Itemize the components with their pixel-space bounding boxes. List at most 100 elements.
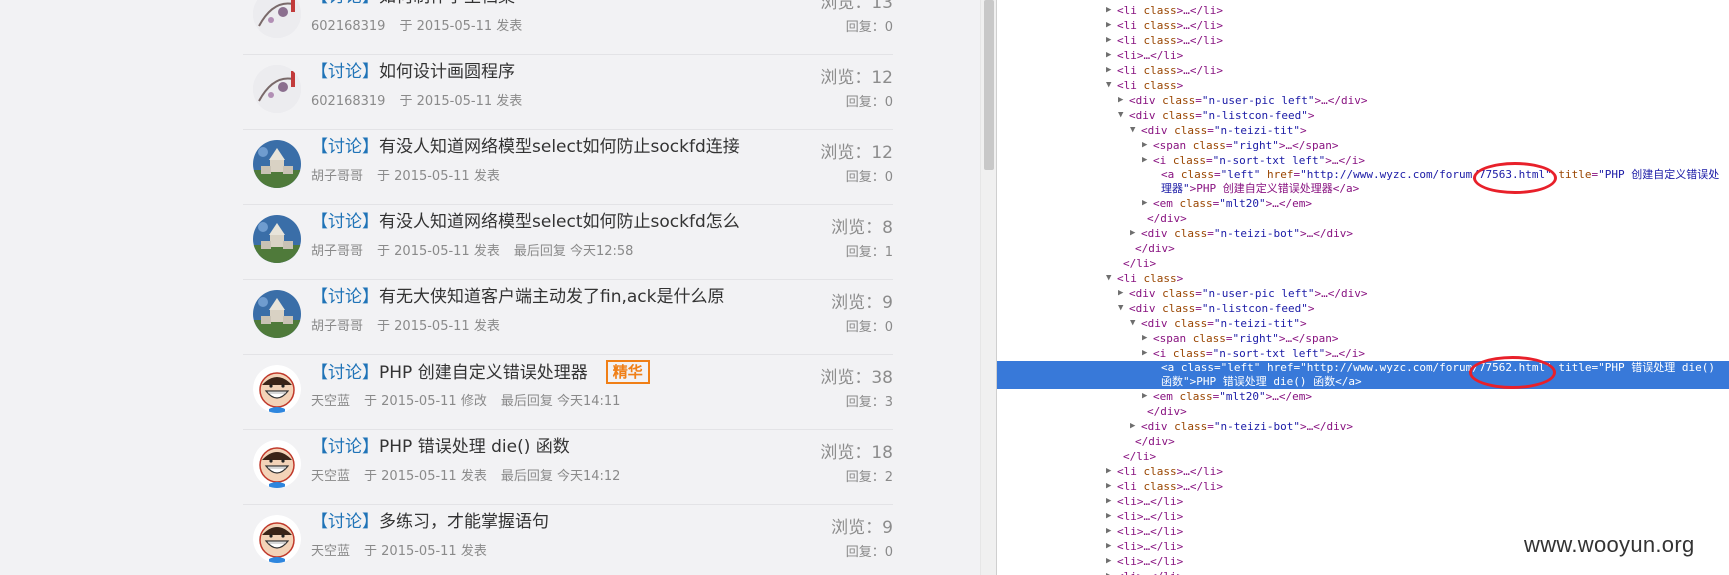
dom-node[interactable]: ▶<li>…</li>	[997, 569, 1729, 575]
dom-node[interactable]: </div>	[997, 404, 1729, 419]
dom-node[interactable]: ▶ <i class="n-sort-txt left">…</i>	[997, 153, 1729, 168]
post-title-text[interactable]: 有无大侠知道客户端主动发了fin,ack是什么原	[379, 287, 725, 307]
dom-node[interactable]: ▶ <i class="n-sort-txt left">…</i>	[997, 346, 1729, 361]
collapse-triangle-icon[interactable]: ▶	[1142, 196, 1152, 211]
expand-triangle-icon[interactable]: ▼	[1130, 123, 1140, 138]
dom-node[interactable]: </div>	[997, 434, 1729, 449]
post-author[interactable]: 天空蓝	[311, 394, 350, 409]
dom-node[interactable]: ▶ <em class="mlt20">…</em>	[997, 389, 1729, 404]
dom-node[interactable]: </div>	[997, 211, 1729, 226]
post-category[interactable]: 【讨论】	[311, 287, 379, 307]
collapse-triangle-icon[interactable]: ▶	[1106, 539, 1116, 554]
dom-node[interactable]: ▼ <div class="n-listcon-feed">	[997, 108, 1729, 123]
post-category[interactable]: 【讨论】	[311, 62, 379, 82]
dom-node[interactable]: ▶<li>…</li>	[997, 494, 1729, 509]
collapse-triangle-icon[interactable]: ▶	[1130, 419, 1140, 434]
collapse-triangle-icon[interactable]: ▶	[1142, 346, 1152, 361]
post-item[interactable]: 【讨论】多练习，才能掌握语句 天空蓝于 2015-05-11 发表 浏览：9 回复：0	[243, 505, 893, 575]
dom-node[interactable]: ▶<li>…</li>	[997, 509, 1729, 524]
post-title-text[interactable]: PHP 错误处理 die() 函数	[379, 437, 570, 457]
post-author[interactable]: 胡子哥哥	[311, 244, 363, 259]
post-title-text[interactable]: 多练习，才能掌握语句	[379, 512, 549, 532]
post-category[interactable]: 【讨论】	[311, 0, 379, 7]
post-title[interactable]: 【讨论】如何制作学生档案	[311, 0, 515, 9]
post-title-text[interactable]: PHP 创建自定义错误处理器	[379, 363, 588, 383]
post-item[interactable]: 【讨论】有无大侠知道客户端主动发了fin,ack是什么原 胡子哥哥于 2015-0…	[243, 280, 893, 355]
dom-node[interactable]: ▼ <div class="n-listcon-feed">	[997, 301, 1729, 316]
post-title-text[interactable]: 如何设计画圆程序	[379, 62, 515, 82]
avatar[interactable]	[253, 215, 301, 263]
collapse-triangle-icon[interactable]: ▶	[1106, 494, 1116, 509]
dom-node[interactable]: ▶ <span class="right">…</span>	[997, 331, 1729, 346]
collapse-triangle-icon[interactable]: ▶	[1106, 509, 1116, 524]
scroll-thumb[interactable]	[984, 0, 994, 170]
collapse-triangle-icon[interactable]: ▶	[1130, 226, 1140, 241]
collapse-triangle-icon[interactable]: ▶	[1106, 524, 1116, 539]
post-item[interactable]: 【讨论】有没人知道网络模型select如何防止sockfd连接 胡子哥哥于 201…	[243, 130, 893, 205]
expand-triangle-icon[interactable]: ▼	[1130, 316, 1140, 331]
collapse-triangle-icon[interactable]: ▶	[1106, 63, 1116, 78]
expand-triangle-icon[interactable]: ▼	[1106, 78, 1116, 93]
dom-node[interactable]: ▼ <div class="n-teizi-tit">	[997, 123, 1729, 138]
collapse-triangle-icon[interactable]: ▶	[1118, 286, 1128, 301]
avatar[interactable]	[253, 290, 301, 338]
post-author[interactable]: 胡子哥哥	[311, 319, 363, 334]
dom-node[interactable]: ▶ <div class="n-teizi-bot">…</div>	[997, 226, 1729, 241]
post-category[interactable]: 【讨论】	[311, 363, 379, 383]
dom-node[interactable]: ▶ <li class>…</li>	[997, 3, 1729, 18]
dom-node[interactable]: ▶ <li class>…</li>	[997, 63, 1729, 78]
post-author[interactable]: 602168319	[311, 19, 385, 34]
post-title-text[interactable]: 如何制作学生档案	[379, 0, 515, 7]
collapse-triangle-icon[interactable]: ▶	[1106, 48, 1116, 63]
post-category[interactable]: 【讨论】	[311, 137, 379, 157]
post-title-text[interactable]: 有没人知道网络模型select如何防止sockfd怎么	[379, 212, 740, 232]
post-item[interactable]: 【讨论】有没人知道网络模型select如何防止sockfd怎么 胡子哥哥于 201…	[243, 205, 893, 280]
post-title[interactable]: 【讨论】有没人知道网络模型select如何防止sockfd连接	[311, 135, 740, 159]
post-title[interactable]: 【讨论】有没人知道网络模型select如何防止sockfd怎么	[311, 210, 740, 234]
dom-node[interactable]: ▶ <em class="mlt20">…</em>	[997, 196, 1729, 211]
expand-triangle-icon[interactable]: ▼	[1118, 108, 1128, 123]
dom-node[interactable]: ▼ <div class="n-teizi-tit">	[997, 316, 1729, 331]
dom-node[interactable]: ▶ <div class="n-user-pic left">…</div>	[997, 286, 1729, 301]
post-author[interactable]: 天空蓝	[311, 469, 350, 484]
dom-node[interactable]: ▼ <li class>	[997, 271, 1729, 286]
avatar[interactable]	[253, 515, 301, 563]
post-author[interactable]: 胡子哥哥	[311, 169, 363, 184]
collapse-triangle-icon[interactable]: ▶	[1142, 389, 1152, 404]
dom-node[interactable]: </li>	[997, 449, 1729, 464]
collapse-triangle-icon[interactable]: ▶	[1106, 569, 1116, 575]
post-category[interactable]: 【讨论】	[311, 512, 379, 532]
collapse-triangle-icon[interactable]: ▶	[1118, 93, 1128, 108]
dom-node[interactable]: ▶ <li class>…</li>	[997, 464, 1729, 479]
post-item[interactable]: 【讨论】如何制作学生档案 602168319 于 2015-05-11 发表 浏览：1…	[243, 0, 893, 55]
collapse-triangle-icon[interactable]: ▶	[1106, 18, 1116, 33]
dom-node[interactable]: </li>	[997, 256, 1729, 271]
post-author[interactable]: 天空蓝	[311, 544, 350, 559]
dom-node[interactable]: ▶ <div class="n-teizi-bot">…</div>	[997, 419, 1729, 434]
avatar[interactable]	[253, 65, 301, 113]
collapse-triangle-icon[interactable]: ▶	[1142, 138, 1152, 153]
post-item[interactable]: 【讨论】如何设计画圆程序 602168319 于 2015-05-11 发表 浏览：1…	[243, 55, 893, 130]
dom-node[interactable]: ▶ <div class="n-user-pic left">…</div>	[997, 93, 1729, 108]
dom-node[interactable]: ▶ <li class>…</li>	[997, 33, 1729, 48]
dom-node[interactable]: ▶ <li class>…</li>	[997, 18, 1729, 33]
post-category[interactable]: 【讨论】	[311, 212, 379, 232]
dom-node[interactable]: ▼ <li class>	[997, 78, 1729, 93]
post-category[interactable]: 【讨论】	[311, 437, 379, 457]
dom-node[interactable]: ▶ <span class="right">…</span>	[997, 138, 1729, 153]
collapse-triangle-icon[interactable]: ▶	[1142, 331, 1152, 346]
post-title[interactable]: 【讨论】PHP 创建自定义错误处理器 精华	[311, 360, 650, 385]
post-title-text[interactable]: 有没人知道网络模型select如何防止sockfd连接	[379, 137, 740, 157]
post-title[interactable]: 【讨论】多练习，才能掌握语句	[311, 510, 549, 534]
collapse-triangle-icon[interactable]: ▶	[1106, 479, 1116, 494]
dom-node[interactable]: ▶<li>…</li>	[997, 48, 1729, 63]
post-author[interactable]: 602168319	[311, 94, 385, 109]
avatar[interactable]	[253, 365, 301, 413]
dom-node-selected[interactable]: <a class="left" href="http://www.wyzc.co…	[997, 361, 1729, 389]
dom-node[interactable]: ▶ <li class>…</li>	[997, 479, 1729, 494]
avatar[interactable]	[253, 0, 301, 38]
collapse-triangle-icon[interactable]: ▶	[1106, 3, 1116, 18]
scrollbar[interactable]	[980, 0, 996, 575]
post-title[interactable]: 【讨论】PHP 错误处理 die() 函数	[311, 435, 570, 459]
post-item[interactable]: 【讨论】PHP 创建自定义错误处理器 精华 天空蓝于 2015-05-11 修改 最后…	[243, 355, 893, 430]
